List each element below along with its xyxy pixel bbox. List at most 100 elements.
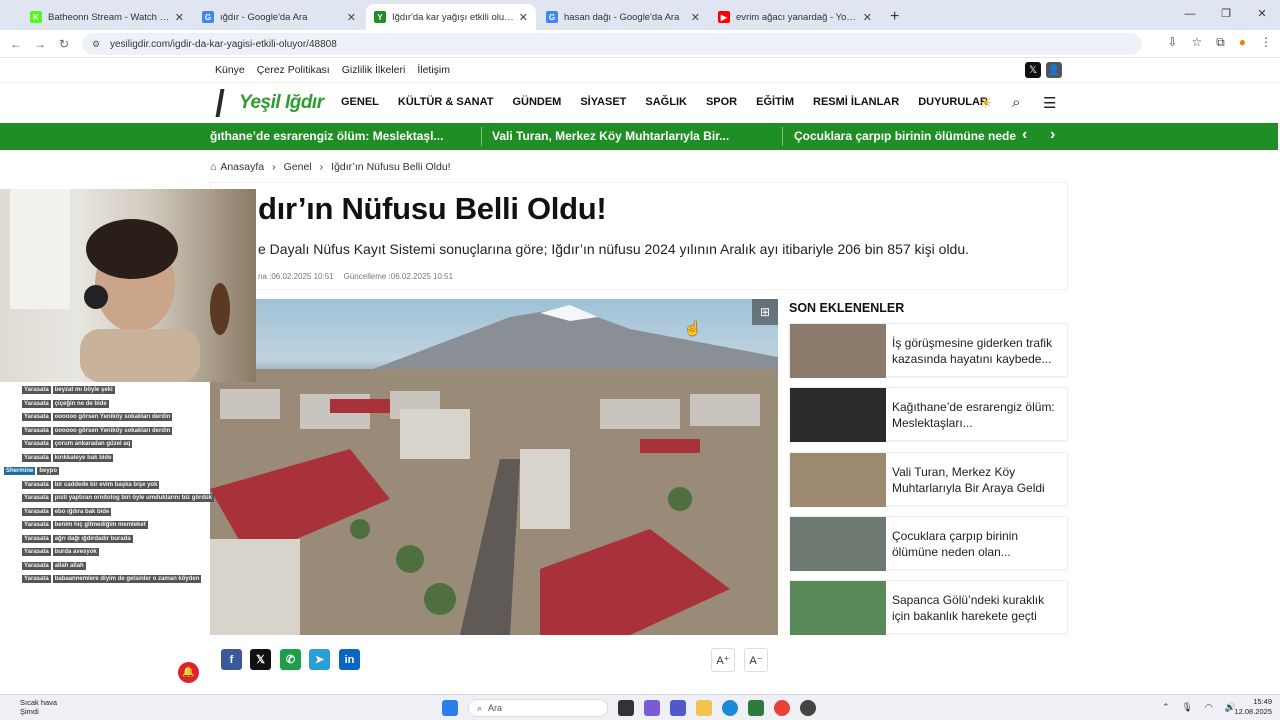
bookmark-star-icon[interactable]: ☆ [1191, 35, 1202, 50]
x-share-icon[interactable]: 𝕏 [250, 649, 271, 670]
whatsapp-share-icon[interactable]: ✆ [280, 649, 301, 670]
taskbar-clock[interactable]: 15:49 12.08.2025 [1234, 697, 1272, 717]
ticker-item[interactable]: Çocuklara çarpıp birinin ölümüne nede [794, 129, 1016, 143]
tab-title: evrim ağacı yanardağ - YouTube [736, 11, 859, 23]
menu-item-gundem[interactable]: GÜNDEM [512, 96, 561, 108]
ticker-item[interactable]: ğıthane’de esrarengiz ölüm: Meslektaşl..… [210, 129, 443, 143]
gallery-grid-icon[interactable]: ⊞ [752, 299, 778, 325]
sidebar-news-item[interactable]: Çocuklara çarpıp birinin ölümüne neden o… [789, 516, 1068, 571]
obs-icon[interactable] [800, 700, 816, 716]
teams-icon[interactable] [670, 700, 686, 716]
close-tab-icon[interactable]: ✕ [519, 11, 528, 24]
top-link-kunye[interactable]: Künye [215, 64, 245, 76]
chat-text: beyzat mı böyle şeki [52, 386, 115, 394]
start-windows-icon[interactable] [442, 700, 458, 716]
task-view-icon[interactable] [618, 700, 634, 716]
copilot-icon[interactable] [644, 700, 660, 716]
theme-sun-icon[interactable]: ☀ [979, 94, 992, 112]
browser-tab[interactable]: Gığdır - Google'da Ara ✕ [194, 4, 364, 30]
browser-tab[interactable]: Ghasan dağı - Google'da Ara ✕ [538, 4, 708, 30]
close-tab-icon[interactable]: ✕ [347, 11, 356, 24]
notification-bell-icon[interactable]: 🔔 [178, 662, 199, 683]
top-link-gizlilik[interactable]: Gizlilik İlkeleri [342, 64, 406, 76]
taskbar-search[interactable]: ⌕ Ara [468, 699, 608, 717]
menu-item-spor[interactable]: SPOR [706, 96, 737, 108]
browser-menu-icon[interactable]: ⋮ [1260, 35, 1272, 50]
maximize-icon[interactable]: ❐ [1208, 0, 1244, 30]
wifi-icon[interactable]: ◠ [1205, 702, 1213, 713]
facebook-share-icon[interactable]: f [221, 649, 242, 670]
back-icon[interactable]: ← [4, 37, 28, 51]
sidebar-news-item[interactable]: Vali Turan, Merkez Köy Muhtarlarıyla Bir… [789, 452, 1068, 507]
search-icon[interactable]: ⌕ [1012, 94, 1020, 111]
top-link-cerez[interactable]: Çerez Politikası [257, 64, 330, 76]
microphone-icon[interactable]: 🎙 [1181, 702, 1192, 713]
font-decrease-button[interactable]: A⁻ [744, 648, 768, 672]
extensions-icon[interactable]: ⧉ [1216, 35, 1225, 50]
close-tab-icon[interactable]: ✕ [691, 11, 700, 24]
article-summary: e Dayalı Nüfus Kayıt Sistemi sonuçlarına… [258, 241, 970, 257]
file-explorer-icon[interactable] [696, 700, 712, 716]
ticker-prev-icon[interactable]: ‹ [1022, 126, 1027, 144]
window-controls: — ❐ ✕ [1172, 0, 1280, 30]
profile-avatar-icon[interactable]: ● [1239, 35, 1246, 50]
install-icon[interactable]: ⇩ [1167, 35, 1177, 50]
ticker-item[interactable]: Vali Turan, Merkez Köy Muhtarlarıyla Bir… [492, 129, 729, 143]
news-title: Sapanca Gölü’ndeki kuraklık için bakanlı… [892, 593, 1045, 623]
user-login-icon[interactable]: 👤 [1046, 62, 1062, 78]
breadcrumb-home[interactable]: Anasayfa [220, 161, 264, 173]
browser-tab[interactable]: ▶ evrim ağacı yanardağ - YouTube ✕ [710, 4, 880, 30]
tab-title: Iğdır'da kar yağışı etkili oluyor [392, 11, 515, 23]
weather-widget[interactable]: Sıcak hava Şimdi [20, 698, 57, 716]
forward-icon[interactable]: → [28, 37, 52, 51]
sidebar-news-item[interactable]: Kağıthane’de esrarengiz ölüm: Meslektaşl… [789, 387, 1068, 442]
edge-icon[interactable] [722, 700, 738, 716]
menu-item-genel[interactable]: GENEL [341, 96, 379, 108]
x-social-icon[interactable]: 𝕏 [1025, 62, 1041, 78]
site-info-icon[interactable]: ⚙ [92, 39, 102, 49]
reload-icon[interactable]: ↻ [52, 37, 76, 51]
menu-item-egitim[interactable]: EĞİTİM [756, 96, 794, 108]
chat-text: ebo ığdıra bak bide [52, 507, 112, 516]
tab-favicon-icon: Y [374, 11, 386, 23]
chat-username: Yarasata [22, 399, 51, 408]
chat-text: bir caddede bir evim başka bişe yok [52, 480, 160, 489]
top-link-iletisim[interactable]: İletişim [417, 64, 450, 76]
menu-item-siyaset[interactable]: SİYASET [580, 96, 626, 108]
close-tab-icon[interactable]: ✕ [863, 11, 872, 24]
close-window-icon[interactable]: ✕ [1244, 0, 1280, 30]
chat-message: Yarasata allah allah [4, 561, 214, 576]
font-increase-button[interactable]: A⁺ [711, 648, 735, 672]
chat-username: Yarasata [22, 413, 51, 421]
sidebar-news-item[interactable]: İş görüşmesine giderken trafik kazasında… [789, 323, 1068, 378]
chat-text: allah allah [52, 561, 86, 570]
browser-tab[interactable]: K Batheonn Stream - Watch Live ✕ [22, 4, 192, 30]
article-photo[interactable]: ⊞ [210, 299, 778, 635]
menu-item-kultur-sanat[interactable]: KÜLTÜR & SANAT [398, 96, 494, 108]
linkedin-share-icon[interactable]: in [339, 649, 360, 670]
browser-tab-bar: K Batheonn Stream - Watch Live ✕ Gığdır - G… [0, 0, 1280, 30]
chrome-icon[interactable] [774, 700, 790, 716]
chat-text: çorum ankaradan güzel aq [52, 440, 133, 448]
new-tab-button[interactable]: + [882, 4, 907, 30]
breadcrumb-section[interactable]: Genel [284, 161, 312, 173]
news-thumbnail [790, 453, 886, 507]
chat-username: Yarasata [22, 494, 51, 502]
chat-message: Yarasata kırıkkaleye bak bide [4, 453, 214, 468]
browser-tab[interactable]: Y Iğdır'da kar yağışı etkili oluyor ✕ [366, 4, 536, 30]
chat-text: benim hiç gitmediğim memleket [52, 521, 148, 529]
close-tab-icon[interactable]: ✕ [175, 11, 184, 24]
chevron-up-icon[interactable]: ⌃ [1162, 702, 1170, 713]
menu-item-duyurular[interactable]: DUYURULAR [918, 96, 988, 108]
menu-item-resmi-ilanlar[interactable]: RESMİ İLANLAR [813, 96, 899, 108]
ticker-next-icon[interactable]: › [1050, 126, 1055, 144]
main-navigation: Yeşil Iğdır GENEL KÜLTÜR & SANAT GÜNDEM … [0, 82, 1280, 123]
telegram-share-icon[interactable]: ➤ [309, 649, 330, 670]
sidebar-news-item[interactable]: Sapanca Gölü’ndeki kuraklık için bakanlı… [789, 580, 1068, 635]
menu-item-saglik[interactable]: SAĞLIK [645, 96, 687, 108]
hamburger-menu-icon[interactable]: ☰ [1043, 94, 1056, 112]
store-icon[interactable] [748, 700, 764, 716]
url-bar[interactable]: ⚙ yesiligdir.com/igdir-da-kar-yagisi-etk… [82, 33, 1142, 55]
minimize-icon[interactable]: — [1172, 0, 1208, 30]
site-logo[interactable]: Yeşil Iğdır [215, 89, 324, 117]
